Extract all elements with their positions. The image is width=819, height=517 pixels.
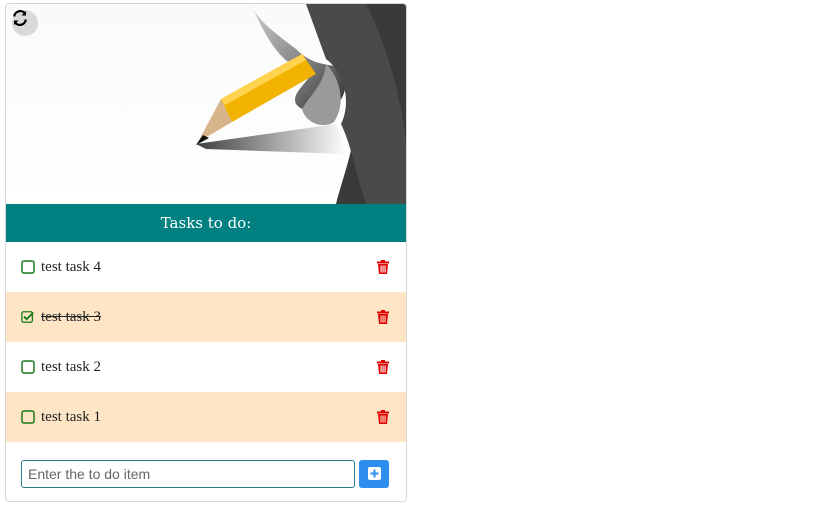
plus-square-icon [367,467,381,480]
task-row: test task 1 [6,392,406,442]
task-row: test task 2 [6,342,406,392]
trash-icon[interactable] [376,359,390,375]
task-label: test task 4 [41,258,101,275]
square-checkbox-icon[interactable] [21,410,35,424]
task-list: test task 4 test task 3 test task 2 test… [6,242,406,442]
task-row: test task 3 [6,292,406,342]
refresh-icon [13,10,27,26]
task-row: test task 4 [6,242,406,292]
checked-square-icon[interactable] [21,310,35,324]
task-label: test task 2 [41,358,101,375]
trash-icon[interactable] [376,309,390,325]
hero-image [6,4,406,204]
add-task-row [6,446,406,501]
tasks-header: Tasks to do: [6,204,406,242]
square-checkbox-icon[interactable] [21,360,35,374]
pencil-hand-illustration [196,4,406,204]
new-task-input[interactable] [21,459,355,488]
trash-icon[interactable] [376,259,390,275]
square-checkbox-icon[interactable] [21,260,35,274]
add-task-button[interactable] [359,459,389,488]
refresh-button[interactable] [12,10,38,36]
task-label: test task 3 [41,308,101,325]
tasks-header-title: Tasks to do: [160,214,252,232]
todo-card: Tasks to do: test task 4 test task 3 tes… [5,3,407,502]
task-label: test task 1 [41,408,101,425]
trash-icon[interactable] [376,409,390,425]
